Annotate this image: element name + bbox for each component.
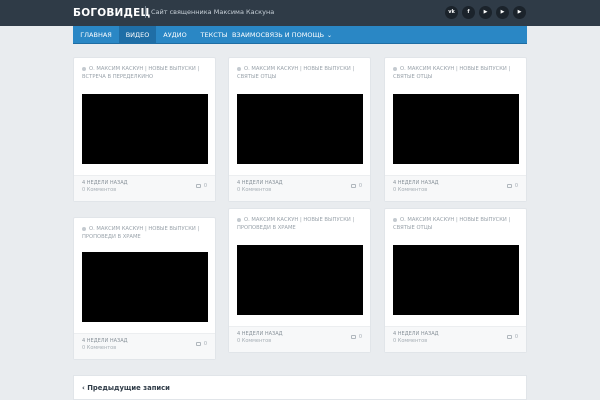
facebook-icon[interactable]: f [462,6,475,19]
nav-item-help-label: ВЗАИМОСВЯЗЬ И ПОМОЩЬ [231,31,325,39]
nav-item-home[interactable]: ГЛАВНАЯ [73,26,119,44]
comment-count[interactable]: 0 [359,334,362,340]
post-card: О. МАКСИМ КАСКУН | НОВЫЕ ВЫПУСКИ | СВЯТЫ… [228,57,371,202]
comment-count[interactable]: 0 [515,183,518,189]
post-time: 4 НЕДЕЛИ НАЗАД [237,180,283,186]
main-nav: ГЛАВНАЯ ВИДЕО АУДИО ТЕКСТЫ ВЗАИМОСВЯЗЬ И… [73,26,527,44]
site-tagline: Сайт священника Максима Каскуна [151,8,275,16]
post-meta: О. МАКСИМ КАСКУН | НОВЫЕ ВЫПУСКИ | ПРОПО… [82,226,207,241]
post-footer: 4 НЕДЕЛИ НАЗАД 0 Комментов 0 [229,326,370,352]
post-meta: О. МАКСИМ КАСКУН | НОВЫЕ ВЫПУСКИ | ВСТРЕ… [82,66,207,81]
post-footer: 4 НЕДЕЛИ НАЗАД 0 Комментов 0 [385,175,526,201]
post-comments-label[interactable]: 0 Комментов [82,187,116,193]
tagline-separator [145,6,146,18]
post-categories[interactable]: О. МАКСИМ КАСКУН | НОВЫЕ ВЫПУСКИ | ВСТРЕ… [82,66,199,80]
post-time: 4 НЕДЕЛИ НАЗАД [393,331,439,337]
post-footer: 4 НЕДЕЛИ НАЗАД 0 Комментов 0 [385,326,526,352]
post-categories[interactable]: О. МАКСИМ КАСКУН | НОВЫЕ ВЫПУСКИ | СВЯТЫ… [393,66,510,80]
site-header: БОГОВИДЕЦ Сайт священника Максима Каскун… [0,0,600,26]
video-player[interactable] [82,252,208,322]
video-player[interactable] [237,245,363,315]
comment-icon [351,184,356,188]
post-categories[interactable]: О. МАКСИМ КАСКУН | НОВЫЕ ВЫПУСКИ | СВЯТЫ… [393,217,510,231]
post-card: О. МАКСИМ КАСКУН | НОВЫЕ ВЫПУСКИ | СВЯТЫ… [384,57,527,202]
post-comments-label[interactable]: 0 Комментов [237,187,271,193]
post-footer: 4 НЕДЕЛИ НАЗАД 0 Комментов 0 [229,175,370,201]
format-icon [393,217,397,222]
comment-icon [507,184,512,188]
comment-icon [196,184,201,188]
post-card: О. МАКСИМ КАСКУН | НОВЫЕ ВЫПУСКИ | ВСТРЕ… [73,57,216,202]
post-footer: 4 НЕДЕЛИ НАЗАД 0 Комментов 0 [74,175,215,201]
nav-item-texts[interactable]: ТЕКСТЫ [194,26,234,44]
previous-posts-label: Предыдущие записи [87,384,170,392]
pagination: ‹ Предыдущие записи [73,375,527,400]
comment-count[interactable]: 0 [204,341,207,347]
video-player[interactable] [393,94,519,164]
post-comments-label[interactable]: 0 Комментов [82,345,116,351]
post-time: 4 НЕДЕЛИ НАЗАД [82,338,128,344]
post-time: 4 НЕДЕЛИ НАЗАД [82,180,128,186]
post-meta: О. МАКСИМ КАСКУН | НОВЫЕ ВЫПУСКИ | СВЯТЫ… [393,217,518,232]
video-player[interactable] [82,94,208,164]
post-comments-label[interactable]: 0 Комментов [237,338,271,344]
comment-count[interactable]: 0 [515,334,518,340]
vk-icon[interactable]: vk [445,6,458,19]
format-icon [237,66,241,71]
post-comments-label[interactable]: 0 Комментов [393,338,427,344]
format-icon [393,66,397,71]
post-card: О. МАКСИМ КАСКУН | НОВЫЕ ВЫПУСКИ | ПРОПО… [228,208,371,353]
post-footer: 4 НЕДЕЛИ НАЗАД 0 Комментов 0 [74,333,215,359]
previous-posts-link[interactable]: ‹ Предыдущие записи [82,384,170,392]
post-meta: О. МАКСИМ КАСКУН | НОВЫЕ ВЫПУСКИ | СВЯТЫ… [393,66,518,81]
youtube-icon[interactable]: ▶ [513,6,526,19]
post-card: О. МАКСИМ КАСКУН | НОВЫЕ ВЫПУСКИ | СВЯТЫ… [384,208,527,353]
comment-icon [351,335,356,339]
format-icon [82,66,86,71]
post-meta: О. МАКСИМ КАСКУН | НОВЫЕ ВЫПУСКИ | СВЯТЫ… [237,66,362,81]
post-meta: О. МАКСИМ КАСКУН | НОВЫЕ ВЫПУСКИ | ПРОПО… [237,217,362,232]
post-time: 4 НЕДЕЛИ НАЗАД [393,180,439,186]
format-icon [237,217,241,222]
chevron-left-icon: ‹ [82,384,85,392]
social-links: vk f ▶ ▶ ▶ [445,6,526,19]
post-categories[interactable]: О. МАКСИМ КАСКУН | НОВЫЕ ВЫПУСКИ | ПРОПО… [237,217,354,231]
comment-icon [507,335,512,339]
format-icon [82,226,86,231]
post-categories[interactable]: О. МАКСИМ КАСКУН | НОВЫЕ ВЫПУСКИ | СВЯТЫ… [237,66,354,80]
post-comments-label[interactable]: 0 Комментов [393,187,427,193]
nav-item-video[interactable]: ВИДЕО [119,26,156,44]
youtube-icon[interactable]: ▶ [496,6,509,19]
video-player[interactable] [237,94,363,164]
comment-icon [196,342,201,346]
comment-count[interactable]: 0 [204,183,207,189]
nav-item-help[interactable]: ВЗАИМОСВЯЗЬ И ПОМОЩЬ ⌄ [231,26,333,44]
post-card: О. МАКСИМ КАСКУН | НОВЫЕ ВЫПУСКИ | ПРОПО… [73,217,216,360]
post-categories[interactable]: О. МАКСИМ КАСКУН | НОВЫЕ ВЫПУСКИ | ПРОПО… [82,226,199,240]
nav-item-audio[interactable]: АУДИО [156,26,194,44]
site-title[interactable]: БОГОВИДЕЦ [73,7,150,19]
chevron-down-icon: ⌄ [327,31,333,39]
post-time: 4 НЕДЕЛИ НАЗАД [237,331,283,337]
video-player[interactable] [393,245,519,315]
youtube-icon[interactable]: ▶ [479,6,492,19]
comment-count[interactable]: 0 [359,183,362,189]
